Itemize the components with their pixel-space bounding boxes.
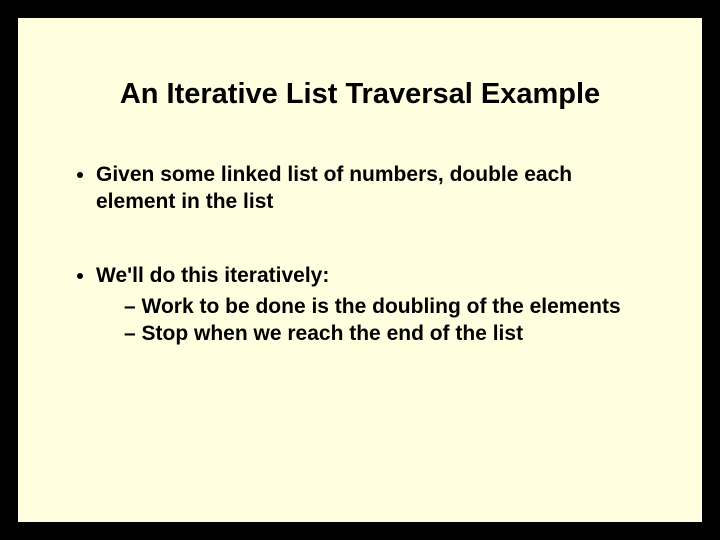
slide: An Iterative List Traversal Example Give… <box>16 16 704 524</box>
bullet-item: We'll do this iteratively: Work to be do… <box>96 262 652 348</box>
sub-bullet-item: Work to be done is the doubling of the e… <box>124 293 652 320</box>
slide-frame: An Iterative List Traversal Example Give… <box>0 0 720 540</box>
sub-bullet-text: Stop when we reach the end of the list <box>142 322 524 345</box>
bullet-text: We'll do this iteratively: <box>96 264 329 287</box>
slide-title: An Iterative List Traversal Example <box>68 78 652 111</box>
bullet-item: Given some linked list of numbers, doubl… <box>96 161 652 216</box>
bullet-list: Given some linked list of numbers, doubl… <box>68 161 652 347</box>
sub-bullet-item: Stop when we reach the end of the list <box>124 320 652 347</box>
sub-bullet-list: Work to be done is the doubling of the e… <box>96 293 652 348</box>
sub-bullet-text: Work to be done is the doubling of the e… <box>142 295 621 318</box>
bullet-text: Given some linked list of numbers, doubl… <box>96 163 572 213</box>
